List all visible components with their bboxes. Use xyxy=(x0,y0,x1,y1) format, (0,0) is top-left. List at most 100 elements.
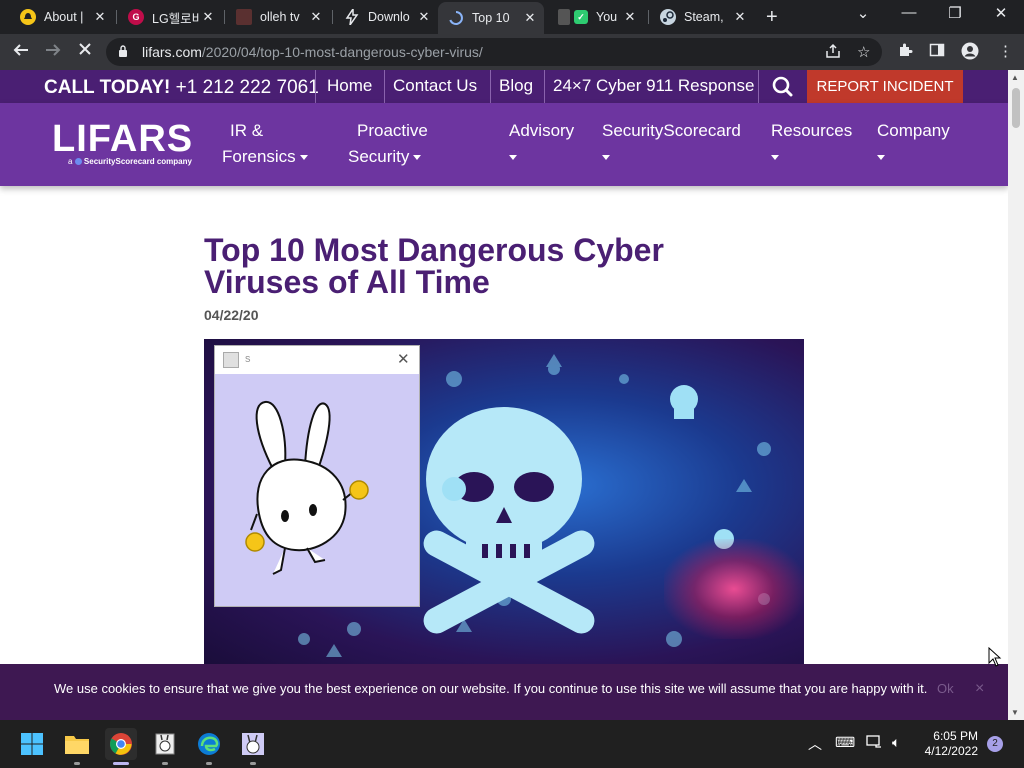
network-icon[interactable] xyxy=(866,734,882,751)
app-icon xyxy=(558,9,570,25)
web-page: CALL TODAY! +1 212 222 7061 Home Contact… xyxy=(0,70,1008,720)
minimize-icon[interactable]: — xyxy=(886,4,932,21)
bunny-app-icon[interactable] xyxy=(237,728,269,760)
caret-down-icon xyxy=(413,155,422,161)
close-tab-icon[interactable]: ✕ xyxy=(200,9,216,25)
chevron-up-icon[interactable]: ︿ xyxy=(808,734,822,754)
bookmark-star-icon[interactable]: ☆ xyxy=(857,43,870,61)
site-search-icon[interactable] xyxy=(760,70,806,103)
extensions-icon[interactable] xyxy=(897,42,913,62)
toplink-blog[interactable]: Blog xyxy=(499,70,533,103)
caret-down-icon xyxy=(299,155,308,161)
caret-down-icon xyxy=(877,155,885,161)
call-today[interactable]: CALL TODAY! +1 212 222 7061 xyxy=(44,77,319,99)
start-icon[interactable] xyxy=(16,728,48,760)
lifars-logo[interactable]: LIFARS a SecurityScorecard company xyxy=(52,118,202,168)
tab-strip: About | ✕ G LG헬로비 ✕ olleh tv ✕ Downlo ✕ … xyxy=(0,0,1024,34)
divider xyxy=(490,70,491,103)
divider xyxy=(758,70,759,103)
main-nav: LIFARS a SecurityScorecard company IR & … xyxy=(0,103,1008,186)
nav-ir-forensics[interactable]: IR & Forensics xyxy=(222,118,308,170)
tab-youtube[interactable]: ✓ You ✕ xyxy=(548,4,644,30)
nav-resources[interactable]: Resources xyxy=(767,118,852,170)
nav-advisory[interactable]: Advisory xyxy=(505,118,574,170)
cookie-close-icon[interactable]: × xyxy=(975,680,984,698)
pet-window-titlebar[interactable]: s ✕ xyxy=(215,346,419,374)
toplink-home[interactable]: Home xyxy=(327,70,372,103)
mouse-cursor-icon xyxy=(988,647,1002,667)
lg-icon: G xyxy=(128,9,144,25)
bunny-pet-taskbar-icon[interactable] xyxy=(149,728,181,760)
caret-down-icon xyxy=(602,155,610,161)
scroll-down-icon[interactable]: ▼ xyxy=(1011,708,1019,717)
tab-top10[interactable]: Top 10 ✕ xyxy=(438,2,544,34)
stop-loading-icon[interactable] xyxy=(74,41,96,62)
close-tab-icon[interactable]: ✕ xyxy=(308,9,324,25)
tab-separator xyxy=(224,10,225,24)
tab-download[interactable]: Downlo ✕ xyxy=(334,4,438,30)
tab-lg[interactable]: G LG헬로비 ✕ xyxy=(118,4,222,30)
forward-icon[interactable] xyxy=(42,41,64,64)
scorecard-icon xyxy=(74,158,82,166)
file-explorer-icon[interactable] xyxy=(61,728,93,760)
windows-taskbar: ︿ ⌨ 🔈︎ 6:05 PM 4/12/2022 2 xyxy=(0,720,1024,768)
cookie-bar: We use cookies to ensure that we give yo… xyxy=(0,664,1008,720)
close-tab-icon[interactable]: ✕ xyxy=(622,9,638,25)
keyboard-icon[interactable]: ⌨ xyxy=(835,734,855,751)
report-incident-button[interactable]: REPORT INCIDENT xyxy=(807,70,963,103)
close-tab-icon[interactable]: ✕ xyxy=(732,9,748,25)
tab-separator xyxy=(648,10,649,24)
caret-down-icon xyxy=(509,155,517,161)
cookie-text: We use cookies to ensure that we give yo… xyxy=(54,681,928,696)
tab-about[interactable]: About | ✕ xyxy=(10,4,114,30)
nav-securityscorecard[interactable]: SecurityScorecard xyxy=(598,118,741,170)
bell-icon xyxy=(20,9,36,25)
lock-icon[interactable] xyxy=(118,45,128,57)
notification-badge[interactable]: 2 xyxy=(987,736,1003,752)
toplink-contact[interactable]: Contact Us xyxy=(393,70,477,103)
chrome-menu-icon[interactable]: ⋮ xyxy=(998,42,1013,60)
close-icon[interactable]: ✕ xyxy=(397,350,410,368)
divider xyxy=(384,70,385,103)
close-window-icon[interactable]: ✕ xyxy=(978,4,1024,22)
article-title: Top 10 Most Dangerous Cyber Viruses of A… xyxy=(204,232,664,300)
cookie-ok-button[interactable]: Ok xyxy=(937,681,954,696)
close-tab-icon[interactable]: ✕ xyxy=(416,9,432,25)
scroll-thumb[interactable] xyxy=(1012,88,1020,128)
close-tab-icon[interactable]: ✕ xyxy=(92,9,108,25)
bunny-app-icon xyxy=(223,352,239,368)
new-tab-button[interactable]: + xyxy=(766,6,778,29)
steam-icon xyxy=(660,9,676,25)
clock[interactable]: 6:05 PM 4/12/2022 xyxy=(920,729,978,759)
profile-icon[interactable] xyxy=(961,42,979,64)
toplink-911[interactable]: 24×7 Cyber 911 Response xyxy=(553,70,754,103)
restore-icon[interactable]: ❐ xyxy=(932,4,978,22)
red-flare xyxy=(664,539,804,639)
desktop-pet-window[interactable]: s ✕ xyxy=(214,345,420,607)
lightning-icon xyxy=(344,9,360,25)
edge-icon[interactable] xyxy=(193,728,225,760)
scroll-up-icon[interactable]: ▲ xyxy=(1011,73,1019,82)
check-icon: ✓ xyxy=(574,10,588,24)
chrome-taskbar-icon[interactable] xyxy=(105,728,137,760)
share-icon[interactable] xyxy=(825,43,841,63)
nav-proactive-security[interactable]: Proactive Security xyxy=(348,118,428,170)
volume-icon[interactable]: 🔈︎ xyxy=(892,734,900,751)
loading-icon xyxy=(448,10,464,26)
tab-search-icon[interactable]: ⌄ xyxy=(840,4,886,22)
address-bar[interactable]: lifars.com/2020/04/top-10-most-dangerous… xyxy=(106,38,882,66)
article-date: 04/22/20 xyxy=(204,307,259,323)
page-scrollbar[interactable]: ▲ ▼ xyxy=(1008,70,1024,720)
back-icon[interactable] xyxy=(10,41,32,64)
divider xyxy=(315,70,316,103)
close-tab-icon[interactable]: ✕ xyxy=(522,10,538,26)
tab-separator xyxy=(332,10,333,24)
side-panel-icon[interactable] xyxy=(929,42,945,62)
divider xyxy=(544,70,545,103)
bunny-character[interactable] xyxy=(215,374,419,606)
tab-olleh[interactable]: olleh tv ✕ xyxy=(226,4,330,30)
url-text[interactable]: lifars.com/2020/04/top-10-most-dangerous… xyxy=(142,44,483,60)
tab-steam[interactable]: Steam, ✕ xyxy=(650,4,754,30)
nav-company[interactable]: Company xyxy=(873,118,950,170)
olleh-icon xyxy=(236,9,252,25)
